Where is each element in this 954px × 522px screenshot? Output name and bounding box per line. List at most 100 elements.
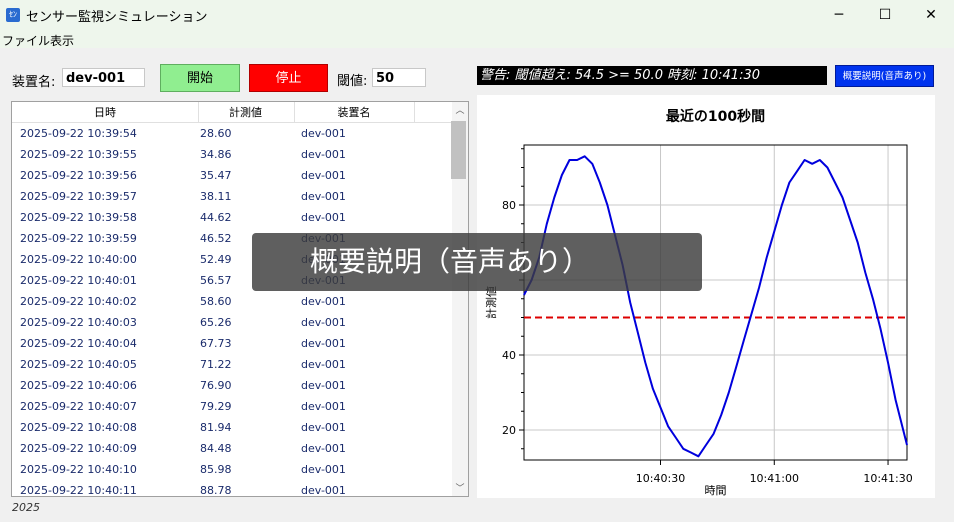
tick-label-y: 20 bbox=[502, 424, 516, 437]
start-button[interactable]: 開始 bbox=[160, 64, 240, 92]
cell-datetime: 2025-09-22 10:39:57 bbox=[20, 190, 137, 203]
stop-button[interactable]: 停止 bbox=[249, 64, 328, 92]
app-icon: ｾﾝ bbox=[6, 8, 20, 22]
tick-label-x: 10:41:00 bbox=[750, 472, 799, 485]
cell-device: dev-001 bbox=[301, 484, 346, 497]
table-row[interactable]: 2025-09-22 10:40:03 65.26 dev-001 bbox=[12, 312, 452, 333]
header-separator bbox=[414, 102, 415, 122]
menu-file[interactable]: ファイル bbox=[2, 32, 50, 49]
header-device[interactable]: 装置名 bbox=[294, 104, 414, 120]
cell-device: dev-001 bbox=[301, 442, 346, 455]
cell-device: dev-001 bbox=[301, 400, 346, 413]
minimize-button[interactable]: ─ bbox=[816, 0, 862, 30]
table-row[interactable]: 2025-09-22 10:39:55 34.86 dev-001 bbox=[12, 144, 452, 165]
cell-datetime: 2025-09-22 10:39:59 bbox=[20, 232, 137, 245]
overlay-caption: 概要説明（音声あり） bbox=[252, 233, 702, 291]
data-table: 日時 計測値 装置名 2025-09-22 10:39:54 28.60 dev-0… bbox=[11, 101, 469, 497]
line-chart: 20 40 80 10:40:30 10:41:00 10:41:30 最近の100秒間時間… bbox=[484, 108, 913, 497]
table-row[interactable]: 2025-09-22 10:40:10 85.98 dev-001 bbox=[12, 459, 452, 480]
cell-datetime: 2025-09-22 10:40:04 bbox=[20, 337, 137, 350]
table-row[interactable]: 2025-09-22 10:39:54 28.60 dev-001 bbox=[12, 123, 452, 144]
cell-datetime: 2025-09-22 10:40:02 bbox=[20, 295, 137, 308]
cell-datetime: 2025-09-22 10:40:08 bbox=[20, 421, 137, 434]
table-row[interactable]: 2025-09-22 10:40:02 58.60 dev-001 bbox=[12, 291, 452, 312]
cell-datetime: 2025-09-22 10:40:03 bbox=[20, 316, 137, 329]
cell-datetime: 2025-09-22 10:40:11 bbox=[20, 484, 137, 497]
warning-banner: 警告: 閾値超え: 54.5 >= 50.0 時刻: 10:41:30 bbox=[477, 66, 827, 85]
table-row[interactable]: 2025-09-22 10:40:05 71.22 dev-001 bbox=[12, 354, 452, 375]
cell-datetime: 2025-09-22 10:40:10 bbox=[20, 463, 137, 476]
scrollbar-thumb[interactable] bbox=[451, 121, 466, 179]
cell-device: dev-001 bbox=[301, 127, 346, 140]
header-datetime[interactable]: 日時 bbox=[12, 104, 198, 120]
cell-value: 28.60 bbox=[200, 127, 232, 140]
cell-device: dev-001 bbox=[301, 211, 346, 224]
plot-frame bbox=[523, 144, 908, 461]
status-text: 2025 bbox=[12, 501, 40, 514]
cell-device: dev-001 bbox=[301, 148, 346, 161]
table-row[interactable]: 2025-09-22 10:40:08 81.94 dev-001 bbox=[12, 417, 452, 438]
table-row[interactable]: 2025-09-22 10:40:04 67.73 dev-001 bbox=[12, 333, 452, 354]
cell-device: dev-001 bbox=[301, 337, 346, 350]
window-title: センサー監視シミュレーション bbox=[26, 10, 208, 25]
cell-value: 56.57 bbox=[200, 274, 232, 287]
cell-value: 44.62 bbox=[200, 211, 232, 224]
x-axis-label: 時間 bbox=[705, 484, 727, 497]
table-row[interactable]: 2025-09-22 10:40:06 76.90 dev-001 bbox=[12, 375, 452, 396]
help-button[interactable]: 概要説明(音声あり) bbox=[835, 65, 934, 87]
table-row[interactable]: 2025-09-22 10:40:09 84.48 dev-001 bbox=[12, 438, 452, 459]
cell-datetime: 2025-09-22 10:39:58 bbox=[20, 211, 137, 224]
cell-datetime: 2025-09-22 10:40:00 bbox=[20, 253, 137, 266]
close-button[interactable]: ✕ bbox=[908, 0, 954, 30]
table-row[interactable]: 2025-09-22 10:39:58 44.62 dev-001 bbox=[12, 207, 452, 228]
cell-value: 81.94 bbox=[200, 421, 232, 434]
cell-value: 58.60 bbox=[200, 295, 232, 308]
table-row[interactable]: 2025-09-22 10:39:57 38.11 dev-001 bbox=[12, 186, 452, 207]
chart-title: 最近の100秒間 bbox=[666, 108, 765, 125]
cell-datetime: 2025-09-22 10:40:05 bbox=[20, 358, 137, 371]
cell-datetime: 2025-09-22 10:40:09 bbox=[20, 442, 137, 455]
tick-label-y: 40 bbox=[502, 349, 516, 362]
tick-label-x: 10:40:30 bbox=[636, 472, 685, 485]
cell-value: 46.52 bbox=[200, 232, 232, 245]
cell-value: 52.49 bbox=[200, 253, 232, 266]
menu-view[interactable]: 表示 bbox=[50, 32, 74, 49]
cell-value: 84.48 bbox=[200, 442, 232, 455]
scroll-up-icon[interactable]: ︿ bbox=[453, 104, 467, 118]
cell-device: dev-001 bbox=[301, 190, 346, 203]
cell-value: 67.73 bbox=[200, 337, 232, 350]
table-header: 日時 計測値 装置名 bbox=[12, 102, 452, 123]
maximize-button[interactable]: ☐ bbox=[862, 0, 908, 30]
series-line bbox=[523, 155, 908, 458]
cell-device: dev-001 bbox=[301, 316, 346, 329]
table-row[interactable]: 2025-09-22 10:39:56 35.47 dev-001 bbox=[12, 165, 452, 186]
cell-value: 79.29 bbox=[200, 400, 232, 413]
cell-value: 65.26 bbox=[200, 316, 232, 329]
header-value[interactable]: 計測値 bbox=[198, 104, 293, 120]
cell-device: dev-001 bbox=[301, 463, 346, 476]
cell-device: dev-001 bbox=[301, 358, 346, 371]
cell-datetime: 2025-09-22 10:40:01 bbox=[20, 274, 137, 287]
cell-datetime: 2025-09-22 10:39:56 bbox=[20, 169, 137, 182]
threshold-label: 閾値: bbox=[337, 74, 368, 89]
cell-device: dev-001 bbox=[301, 169, 346, 182]
cell-device: dev-001 bbox=[301, 295, 346, 308]
cell-datetime: 2025-09-22 10:40:07 bbox=[20, 400, 137, 413]
title-bar: ｾﾝ センサー監視シミュレーション ─ ☐ ✕ bbox=[0, 0, 954, 30]
cell-value: 38.11 bbox=[200, 190, 232, 203]
table-row[interactable]: 2025-09-22 10:40:07 79.29 dev-001 bbox=[12, 396, 452, 417]
scroll-down-icon[interactable]: ﹀ bbox=[453, 482, 467, 496]
cell-device: dev-001 bbox=[301, 379, 346, 392]
threshold-input[interactable]: 50 bbox=[372, 68, 426, 87]
cell-datetime: 2025-09-22 10:39:54 bbox=[20, 127, 137, 140]
tick-label-y: 80 bbox=[502, 199, 516, 212]
device-input[interactable]: dev-001 bbox=[62, 68, 145, 87]
cell-value: 34.86 bbox=[200, 148, 232, 161]
table-row[interactable]: 2025-09-22 10:40:11 88.78 dev-001 bbox=[12, 480, 452, 497]
tick-label-x: 10:41:30 bbox=[863, 472, 912, 485]
cell-datetime: 2025-09-22 10:40:06 bbox=[20, 379, 137, 392]
cell-value: 85.98 bbox=[200, 463, 232, 476]
cell-value: 71.22 bbox=[200, 358, 232, 371]
cell-value: 88.78 bbox=[200, 484, 232, 497]
cell-device: dev-001 bbox=[301, 421, 346, 434]
